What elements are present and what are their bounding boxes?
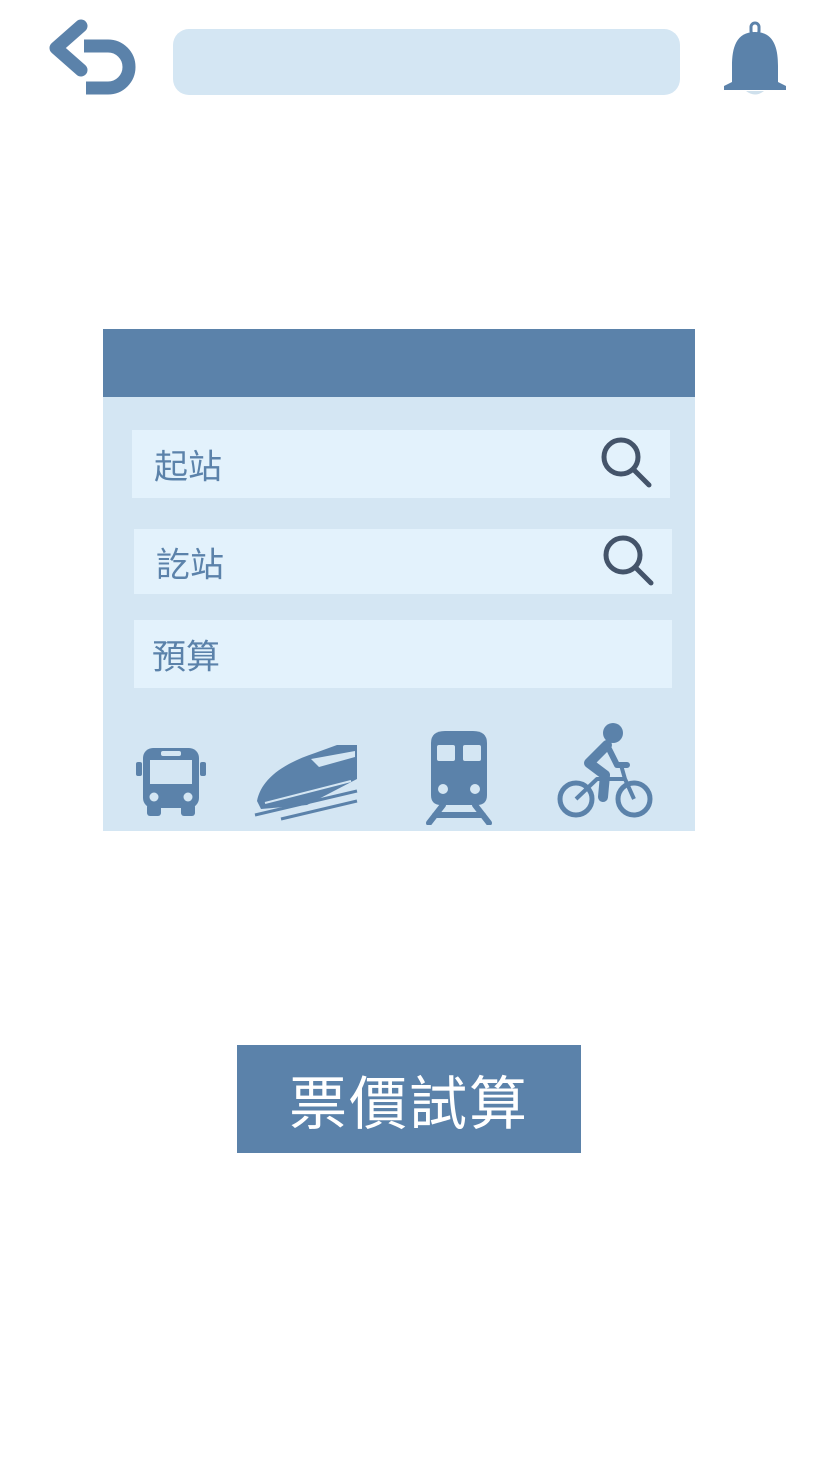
origin-label: 起站 [154,447,222,488]
trip-query-panel: 起站 訖站 預算 [103,329,695,831]
undo-arrow-icon [49,19,136,95]
search-icon[interactable] [598,434,658,494]
destination-field[interactable]: 訖站 [134,529,672,594]
fare-calculate-button[interactable]: 票價試算 [237,1045,581,1153]
bus-icon[interactable] [133,744,209,820]
train-icon[interactable] [423,727,495,825]
back-button[interactable] [44,18,140,104]
origin-field[interactable]: 起站 [132,430,670,498]
budget-label: 預算 [152,637,220,678]
search-input[interactable] [173,29,680,95]
bell-icon [724,21,786,95]
notification-button[interactable] [718,20,792,98]
destination-label: 訖站 [156,545,224,585]
panel-header [103,329,695,397]
search-icon[interactable] [600,532,660,592]
budget-field[interactable]: 預算 [134,620,672,688]
bicycle-icon[interactable] [555,721,655,821]
